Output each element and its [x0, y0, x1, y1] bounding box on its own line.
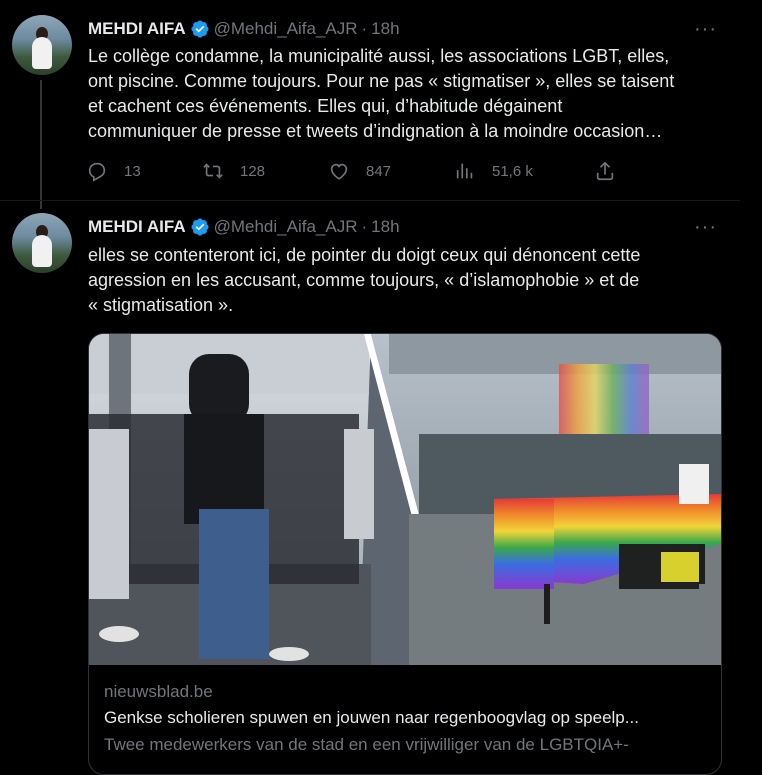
heart-icon: [330, 163, 348, 180]
tweet[interactable]: MEHDI AIFA @Mehdi_Aifa_AJR · 18h ··· ell…: [0, 200, 740, 775]
reply-count: 13: [124, 162, 141, 180]
avatar-figure-body: [32, 37, 52, 69]
thread-connector: [40, 201, 42, 209]
author-name[interactable]: MEHDI AIFA: [88, 19, 186, 39]
separator-dot: ·: [361, 217, 368, 236]
verified-badge-icon: [191, 218, 209, 236]
link-card-domain[interactable]: nieuwsblad.be: [104, 682, 213, 702]
reply-icon: [88, 162, 106, 182]
link-card-description: Twee medewerkers van de stad en een vrij…: [104, 735, 629, 754]
avatar[interactable]: [12, 213, 72, 273]
tweet-header: MEHDI AIFA @Mehdi_Aifa_AJR · 18h: [88, 17, 400, 41]
link-card[interactable]: nieuwsblad.be Genkse scholieren spuwen e…: [88, 333, 722, 775]
link-card-title[interactable]: Genkse scholieren spuwen en jouwen naar …: [104, 708, 714, 728]
view-count: 51,6 k: [492, 162, 533, 180]
tweet[interactable]: MEHDI AIFA @Mehdi_Aifa_AJR · 18h ··· Le …: [0, 0, 740, 200]
views-chart-icon: [456, 163, 473, 179]
reply-button[interactable]: 13: [86, 160, 141, 182]
author-handle[interactable]: @Mehdi_Aifa_AJR: [214, 217, 358, 237]
retweet-count: 128: [240, 162, 266, 180]
link-card-photo: [89, 334, 721, 665]
timestamp[interactable]: 18h: [371, 19, 399, 39]
tweet-text: elles se contenteront ici, de pointer du…: [88, 245, 641, 315]
link-card-meta[interactable]: nieuwsblad.be Genkse scholieren spuwen e…: [89, 665, 721, 774]
avatar-figure-body: [32, 235, 52, 267]
retweet-button[interactable]: 128: [202, 160, 265, 182]
more-options-icon[interactable]: ···: [694, 217, 716, 244]
timeline: MEHDI AIFA @Mehdi_Aifa_AJR · 18h ··· Le …: [0, 0, 741, 775]
share-icon: [596, 161, 614, 181]
more-options-icon[interactable]: ···: [694, 19, 716, 46]
avatar[interactable]: [12, 15, 72, 75]
verified-badge-icon: [191, 20, 209, 38]
tweet-actions: 13 128 847 51,6 k: [86, 160, 626, 186]
author-name[interactable]: MEHDI AIFA: [88, 217, 186, 237]
author-handle[interactable]: @Mehdi_Aifa_AJR: [214, 19, 358, 39]
retweet-icon: [203, 163, 223, 179]
like-button[interactable]: 847: [328, 160, 391, 182]
link-card-image[interactable]: [89, 334, 721, 665]
thread-connector: [40, 80, 42, 200]
share-button[interactable]: [594, 160, 632, 182]
page-scroll-area[interactable]: [740, 0, 762, 763]
timestamp[interactable]: 18h: [371, 217, 399, 237]
tweet-text: Le collège condamne, la municipalité aus…: [88, 46, 675, 141]
separator-dot: ·: [361, 19, 368, 38]
like-count: 847: [366, 162, 392, 180]
views-button[interactable]: 51,6 k: [454, 160, 533, 182]
tweet-header: MEHDI AIFA @Mehdi_Aifa_AJR · 18h: [88, 215, 400, 239]
